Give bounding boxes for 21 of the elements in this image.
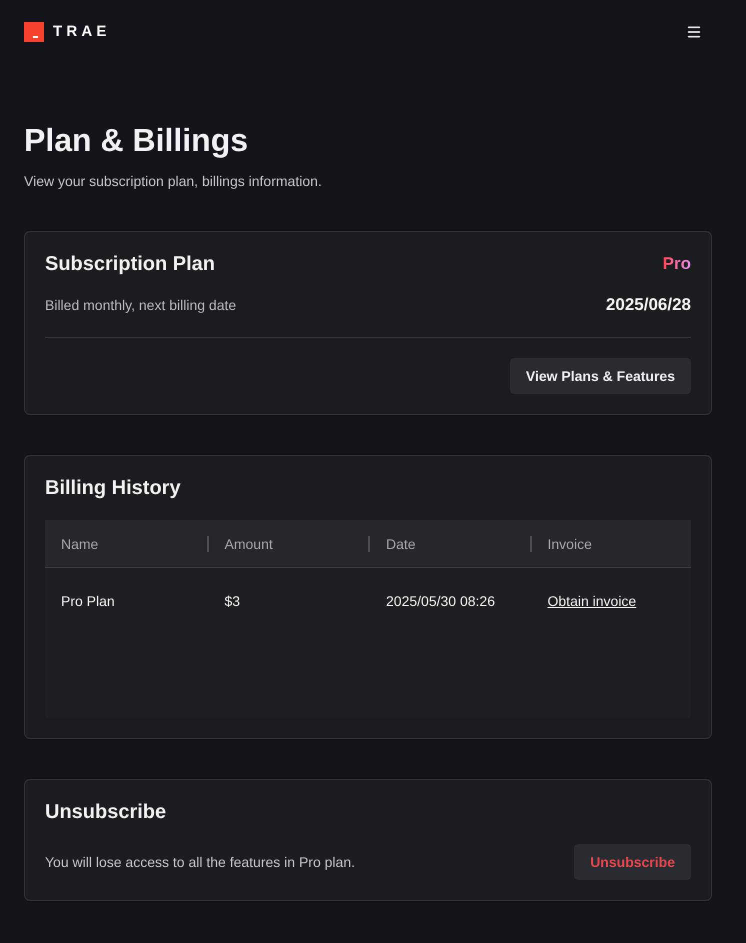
unsubscribe-button[interactable]: Unsubscribe bbox=[574, 844, 691, 880]
column-header: Date bbox=[386, 534, 416, 554]
table-cell: 2025/05/30 08:26 bbox=[386, 593, 495, 609]
card-title: Billing History bbox=[45, 476, 182, 501]
card-title: Subscription Plan bbox=[45, 252, 216, 277]
logo-wordmark: TRAE bbox=[53, 22, 111, 42]
column-header: Invoice bbox=[548, 534, 592, 554]
column-header: Name bbox=[61, 534, 98, 554]
view-plans-button[interactable]: View Plans & Features bbox=[510, 358, 691, 394]
menu-icon[interactable] bbox=[686, 24, 702, 40]
column-header: Amount bbox=[224, 534, 273, 554]
table-cell: Pro Plan bbox=[61, 593, 115, 609]
table-cell: $3 bbox=[224, 593, 240, 609]
invoice-link[interactable]: Obtain invoice bbox=[548, 593, 636, 609]
page-title: Plan & Billings bbox=[24, 121, 250, 160]
card-title: Unsubscribe bbox=[45, 800, 168, 825]
logo-icon bbox=[24, 22, 44, 42]
billing-label: Billed monthly, next billing date bbox=[45, 296, 236, 315]
page-subtitle: View your subscription plan, billings information. bbox=[24, 172, 323, 191]
next-billing-date: 2025/06/28 bbox=[606, 294, 691, 316]
unsubscribe-description: You will lose access to all the features in Pro plan. bbox=[45, 853, 355, 872]
